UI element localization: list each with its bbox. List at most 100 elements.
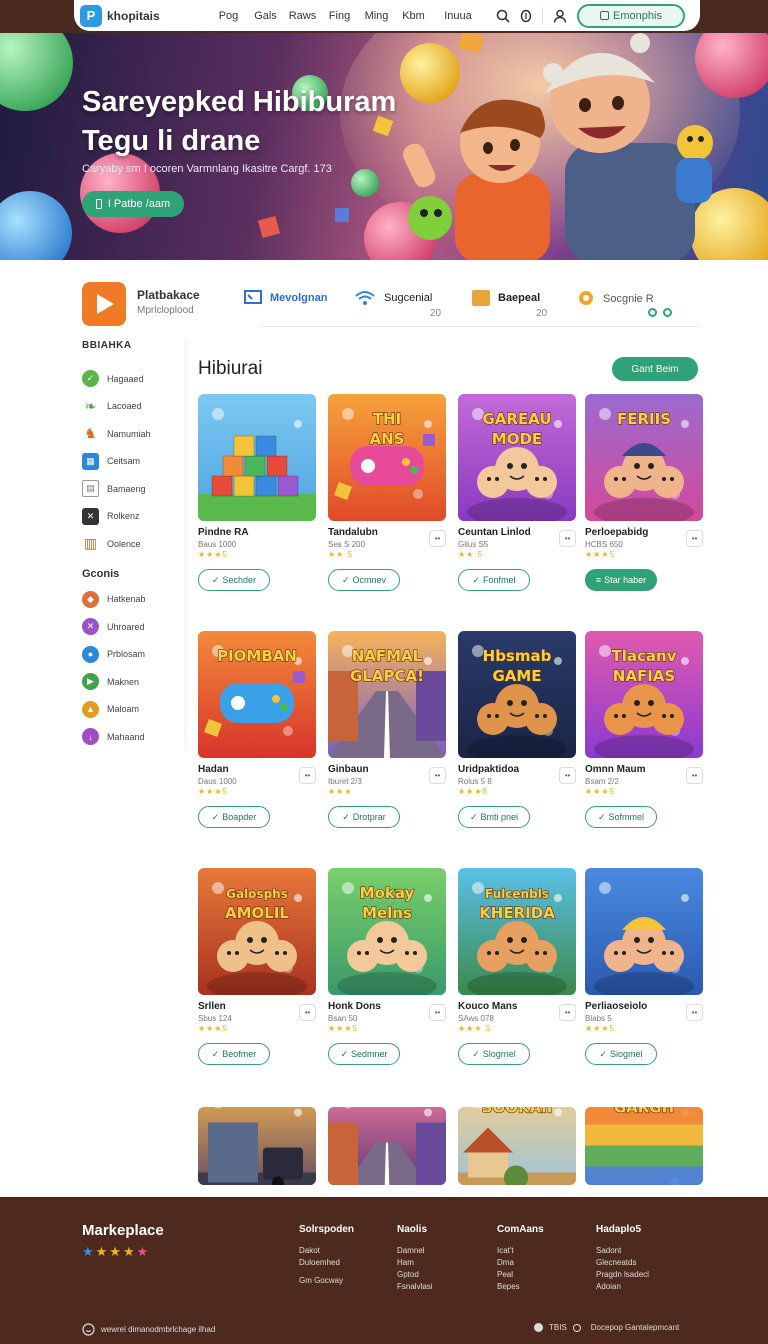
sidebar-item[interactable]: ♞ Namumiah (82, 420, 185, 448)
more-icon[interactable]: •• (299, 1004, 316, 1021)
game-card[interactable]: GARGH (585, 1107, 703, 1185)
game-card[interactable]: Perliaoseiolo Blabs 5 ★★★5 •• ✓ Siogmel (585, 868, 703, 1065)
game-thumbnail[interactable]: Fulcenbls KHERIDA (458, 868, 576, 995)
footer-link[interactable]: Gptod (397, 1269, 433, 1281)
footer-link[interactable]: Dma (497, 1257, 544, 1269)
game-action-button[interactable]: ≡ Star haber (585, 569, 657, 591)
more-icon[interactable]: •• (686, 530, 703, 547)
game-action-button[interactable]: ✓ Sechder (198, 569, 270, 591)
game-thumbnail[interactable] (328, 1107, 446, 1185)
game-thumbnail[interactable]: THI ANS (328, 394, 446, 521)
footer-link[interactable]: Ham (397, 1257, 433, 1269)
game-card[interactable]: Tlacanv NAFIAS Omnn Maum Bsam 2/2 ★★★5 •• ✓ Sof… (585, 631, 703, 828)
sidebar-item[interactable]: ▲ Maloam (82, 696, 185, 724)
footer-link[interactable]: Damnel (397, 1245, 433, 1257)
sidebar-item[interactable]: ✕ Rolkenz (82, 503, 185, 531)
sidebar-item[interactable]: ● Prblosam (82, 641, 185, 669)
game-action-button[interactable]: ✓ Drotprar (328, 806, 400, 828)
game-action-button[interactable]: ✓ Beofmer (198, 1043, 270, 1065)
game-action-button[interactable]: ✓ Slogrnel (458, 1043, 530, 1065)
carousel-dots[interactable] (648, 308, 672, 317)
game-thumbnail[interactable]: Galosphs AMOLIL (198, 868, 316, 995)
feature-item[interactable]: Baepeal (472, 290, 540, 306)
game-card[interactable]: Galosphs AMOLIL Srllen Sbus 124 ★★★5 •• ✓ Beofm… (198, 868, 316, 1065)
footer-link[interactable]: Dakot (299, 1245, 354, 1257)
footer-link[interactable]: Glecneatds (596, 1257, 649, 1269)
more-icon[interactable]: •• (429, 767, 446, 784)
more-icon[interactable]: •• (559, 767, 576, 784)
carousel-dot[interactable] (663, 308, 672, 317)
feature-item[interactable]: Mevolgnan (244, 290, 327, 306)
more-icon[interactable]: •• (429, 530, 446, 547)
game-action-button[interactable]: ✓ Sofmmel (585, 806, 657, 828)
footer-link[interactable]: Sadont (596, 1245, 649, 1257)
game-card[interactable]: Mokay Melns Honk Dons Bsan 50 ★★★5 •• ✓ Sedmner (328, 868, 446, 1065)
sidebar-item[interactable]: ▦ Ceitsam (82, 448, 185, 476)
feature-item[interactable]: Sugcenial (354, 290, 432, 306)
hero-cta-button[interactable]: I Patbe /aam (82, 191, 184, 217)
menu-item[interactable]: Inuua (432, 10, 484, 22)
game-action-button[interactable]: ✓ Sedmner (328, 1043, 400, 1065)
more-icon[interactable]: •• (559, 1004, 576, 1021)
game-card[interactable] (198, 1107, 316, 1185)
game-thumbnail[interactable]: Hbsmab GAME (458, 631, 576, 758)
game-card[interactable]: NAFMAL GLAPCA! Ginbaun Iburet 2/3 ★★★ •• ✓ Drot… (328, 631, 446, 828)
footer-link[interactable]: Fsnalvlasi (397, 1281, 433, 1293)
game-card[interactable]: GAREAU MODE Ceuntan Linlod Gilus S5 ★★ 5 •• ✓ F… (458, 394, 576, 591)
section-action-button[interactable]: Gant Beim (612, 357, 698, 381)
game-card[interactable]: Hbsmab GAME Uridpaktidoa Rolus 5 8 ★★★8 •• ✓ Bm… (458, 631, 576, 828)
menu-item[interactable]: Raws (284, 10, 321, 22)
game-action-button[interactable]: ✓ Fonfmel (458, 569, 530, 591)
game-thumbnail[interactable]: SOOKAII (458, 1107, 576, 1185)
game-card[interactable] (328, 1107, 446, 1185)
more-icon[interactable]: •• (686, 1004, 703, 1021)
logo[interactable]: P khopitais (80, 4, 200, 27)
feature-item[interactable]: Socgnie R (577, 290, 654, 308)
sidebar-item[interactable]: ▥ Oolence (82, 530, 185, 558)
more-icon[interactable]: •• (299, 767, 316, 784)
menu-item[interactable]: Ming (358, 10, 395, 22)
sidebar-item[interactable]: ✕ Uhroared (82, 613, 185, 641)
game-action-button[interactable]: ✓ Bmti pnei (458, 806, 530, 828)
menu-item[interactable]: Fing (321, 10, 358, 22)
sidebar-item[interactable]: ✓ Hagaaed (82, 365, 185, 393)
game-thumbnail[interactable] (198, 394, 316, 521)
sidebar-item[interactable]: ❧ Lacoaed (82, 393, 185, 421)
play-app-icon[interactable] (82, 282, 126, 326)
sidebar-item[interactable]: ▤ Bamaeng (82, 475, 185, 503)
game-card[interactable]: Pindne RA Baus 1000 ★★★5 ✓ Sechder (198, 394, 316, 591)
game-card[interactable]: THI ANS Tandalubn Ses S 200 ★★ 5 •• ✓ Ocmnev (328, 394, 446, 591)
menu-item[interactable]: Pog (210, 10, 247, 22)
footer-link[interactable]: Adoian (596, 1281, 649, 1293)
game-action-button[interactable]: ✓ Siogmel (585, 1043, 657, 1065)
game-thumbnail[interactable]: GARGH (585, 1107, 703, 1185)
game-thumbnail[interactable]: FERIIS (585, 394, 703, 521)
footer-link[interactable]: Duloemhed (299, 1257, 354, 1269)
circle-icon[interactable] (520, 9, 532, 23)
sidebar-item[interactable]: ↓ Mahaand (82, 723, 185, 751)
game-card[interactable]: PIOMBAN Hadan Daus 1000 ★★★5 •• ✓ Boapder (198, 631, 316, 828)
game-thumbnail[interactable]: PIOMBAN (198, 631, 316, 758)
footer-link[interactable]: Pragdn lsadecl (596, 1269, 649, 1281)
header-cta-button[interactable]: Emonphis (577, 3, 685, 28)
footer-bottom-link[interactable]: TBIS (549, 1323, 567, 1332)
game-thumbnail[interactable] (198, 1107, 316, 1185)
user-icon[interactable] (553, 9, 567, 23)
game-title[interactable]: Pindne RA (198, 527, 316, 538)
game-card[interactable]: FERIIS Perloepabidg HCBS 650 ★★★5 •• ≡ Star ha… (585, 394, 703, 591)
game-card[interactable]: Fulcenbls KHERIDA Kouco Mans SAws 078 ★★★ 5 •… (458, 868, 576, 1065)
footer-link[interactable]: Bepes (497, 1281, 544, 1293)
game-action-button[interactable]: ✓ Boapder (198, 806, 270, 828)
footer-bottom-link[interactable]: Docepop Gantalepmcant (591, 1323, 680, 1332)
more-icon[interactable]: •• (686, 767, 703, 784)
game-thumbnail[interactable]: Mokay Melns (328, 868, 446, 995)
game-thumbnail[interactable]: GAREAU MODE (458, 394, 576, 521)
game-thumbnail[interactable]: Tlacanv NAFIAS (585, 631, 703, 758)
footer-link[interactable]: Gm Gocway (299, 1275, 354, 1287)
sidebar-item[interactable]: ▶ Maknen (82, 668, 185, 696)
carousel-dot[interactable] (648, 308, 657, 317)
game-card[interactable]: SOOKAII (458, 1107, 576, 1185)
game-thumbnail[interactable] (585, 868, 703, 995)
menu-item[interactable]: Gals (247, 10, 284, 22)
game-action-button[interactable]: ✓ Ocmnev (328, 569, 400, 591)
